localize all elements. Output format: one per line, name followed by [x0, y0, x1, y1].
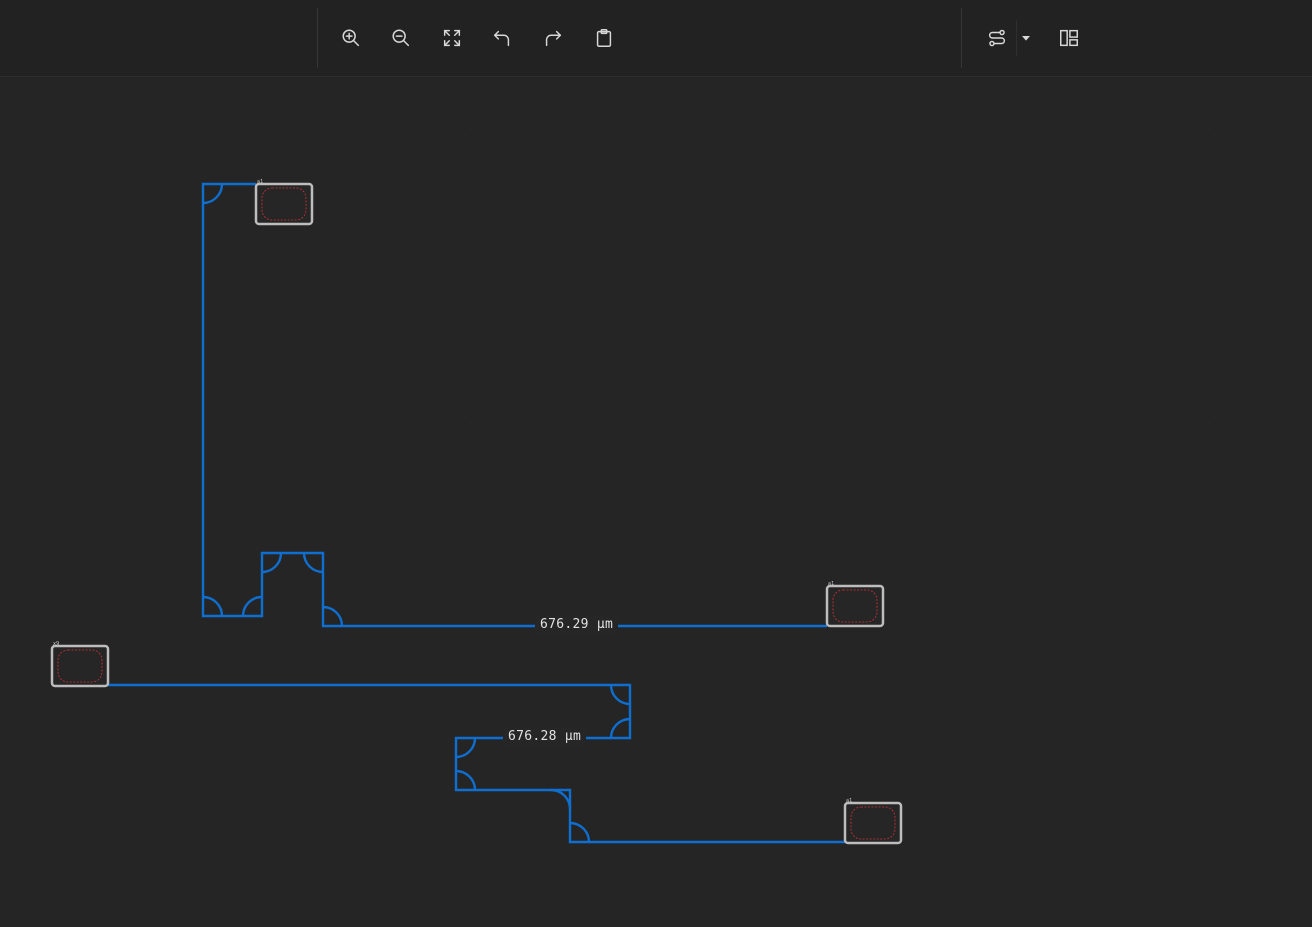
layout-editor: a1 a1 x9 a1 676.29 µm 676.28 µm [0, 0, 1312, 927]
pad-c[interactable] [50, 644, 110, 688]
grid-dots [0, 77, 1312, 927]
redo-icon [545, 30, 562, 47]
route-mode-button[interactable] [981, 22, 1013, 54]
clipboard-icon [596, 29, 612, 47]
route-length-label-bottom: 676.28 µm [503, 727, 587, 747]
route-mode-dropdown[interactable] [1012, 22, 1040, 54]
pad-tag: x9 [53, 641, 59, 647]
zoom-in-button[interactable] [335, 22, 367, 54]
layout-panels-icon [1060, 29, 1078, 47]
pad-tag: a1 [846, 798, 852, 804]
zoom-out-button[interactable] [385, 22, 417, 54]
layout-panels-button[interactable] [1053, 22, 1085, 54]
redo-button[interactable] [537, 22, 569, 54]
toolbar [0, 0, 1312, 77]
zoom-out-icon [392, 29, 410, 47]
pad-b[interactable] [825, 584, 885, 628]
pad-d[interactable] [843, 801, 903, 845]
toolbar-divider-right [961, 8, 962, 68]
undo-icon [493, 30, 510, 47]
pad-tag: a1 [828, 581, 834, 587]
fit-view-button[interactable] [436, 22, 468, 54]
clipboard-button[interactable] [588, 22, 620, 54]
route-icon [989, 29, 1005, 47]
undo-button[interactable] [486, 22, 518, 54]
design-canvas[interactable]: a1 a1 x9 a1 676.29 µm 676.28 µm [0, 77, 1312, 927]
pad-a[interactable] [254, 182, 314, 226]
canvas-svg[interactable]: a1 a1 x9 a1 [0, 77, 1312, 927]
zoom-in-icon [342, 29, 360, 47]
toolbar-divider-left [317, 8, 318, 68]
fit-screen-icon [443, 29, 461, 47]
pad-tag: a1 [257, 179, 263, 185]
route-length-label-top: 676.29 µm [535, 615, 619, 635]
caret-down-icon [1022, 36, 1030, 41]
